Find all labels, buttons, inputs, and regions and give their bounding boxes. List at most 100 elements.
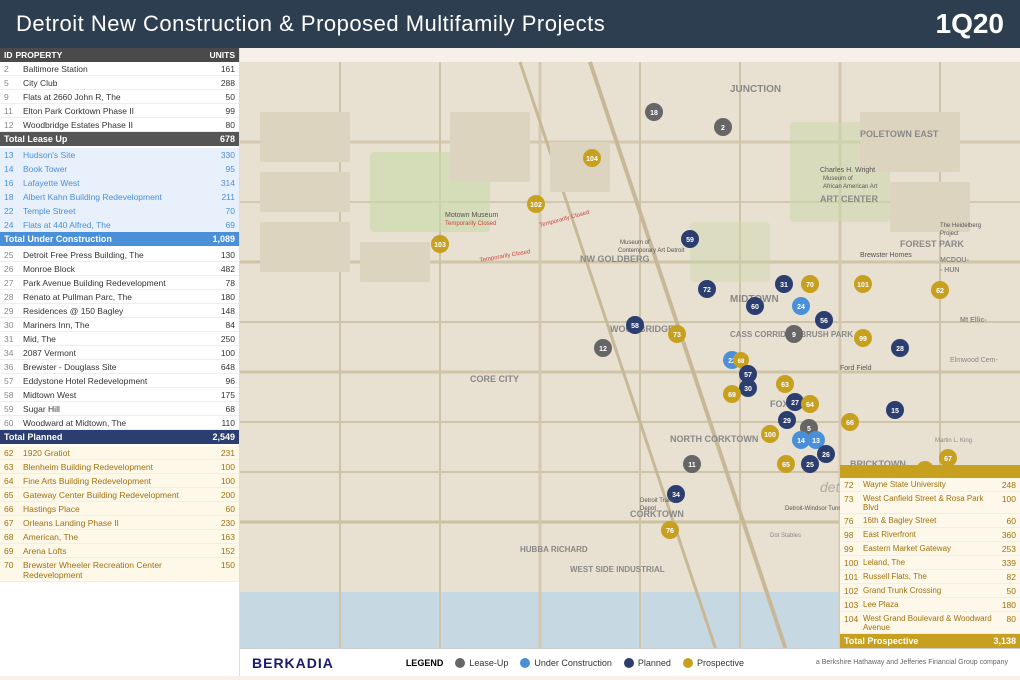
table-row[interactable]: 101 Russell Flats, The 82: [840, 570, 1020, 584]
svg-text:2: 2: [721, 125, 725, 132]
svg-text:104: 104: [586, 156, 598, 163]
svg-text:FOREST PARK: FOREST PARK: [900, 239, 964, 249]
table-row[interactable]: 27 Park Avenue Building Redevelopment 78: [0, 276, 239, 290]
svg-text:31: 31: [780, 282, 788, 289]
table-header: ID PROPERTY UNITS: [0, 48, 239, 62]
table-row[interactable]: 28 Renato at Pullman Parc, The 180: [0, 290, 239, 304]
construction-dot: [520, 658, 530, 668]
svg-text:Charles H. Wright: Charles H. Wright: [820, 167, 875, 174]
construction-legend-label: Under Construction: [534, 658, 612, 668]
table-row[interactable]: 63 Blenheim Building Redevelopment 100: [0, 460, 239, 474]
table-row[interactable]: 12 Woodbridge Estates Phase II 80: [0, 118, 239, 132]
table-row[interactable]: 70 Brewster Wheeler Recreation Center Re…: [0, 558, 239, 582]
table-row[interactable]: 16 Lafayette West 314: [0, 176, 239, 190]
table-row[interactable]: 57 Eddystone Hotel Redevelopment 96: [0, 374, 239, 388]
svg-text:56: 56: [820, 318, 828, 325]
svg-text:63: 63: [781, 382, 789, 389]
svg-text:Project: Project: [940, 231, 959, 237]
legend: LEGEND Lease-Up Under Construction Plann…: [406, 658, 744, 668]
svg-text:66: 66: [846, 420, 854, 427]
svg-text:11: 11: [688, 462, 696, 469]
table-row[interactable]: 60 Woodward at Midtown, The 110: [0, 416, 239, 430]
table-row[interactable]: 31 Mid, The 250: [0, 332, 239, 346]
svg-text:103: 103: [434, 242, 446, 249]
legend-label: LEGEND: [406, 658, 444, 668]
table-row[interactable]: 59 Sugar Hill 68: [0, 402, 239, 416]
table-row[interactable]: 99 Eastern Market Gateway 253: [840, 542, 1020, 556]
table-row[interactable]: 2 Baltimore Station 161: [0, 62, 239, 76]
svg-text:14: 14: [797, 438, 805, 445]
table-row[interactable]: 9 Flats at 2660 John R, The 50: [0, 90, 239, 104]
legend-construction: Under Construction: [520, 658, 612, 668]
id-col-header: ID: [4, 50, 13, 60]
property-list-panel[interactable]: ID PROPERTY UNITS 2 Baltimore Station 16…: [0, 48, 240, 676]
svg-text:65: 65: [782, 462, 790, 469]
svg-text:25: 25: [806, 462, 814, 469]
svg-text:60: 60: [751, 304, 759, 311]
prospective-total: Total Prospective 3,138: [840, 634, 1020, 648]
table-row[interactable]: 36 Brewster - Douglass Site 648: [0, 360, 239, 374]
svg-text:African American Art: African American Art: [823, 184, 878, 190]
svg-text:Contemporary Art Detroit: Contemporary Art Detroit: [618, 248, 685, 254]
svg-text:28: 28: [896, 346, 904, 353]
svg-text:57: 57: [744, 372, 752, 379]
table-row[interactable]: 98 East Riverfront 360: [840, 528, 1020, 542]
svg-text:Motown Museum: Motown Museum: [445, 212, 498, 219]
table-row[interactable]: 13 Hudson's Site 330: [0, 148, 239, 162]
svg-text:70: 70: [806, 282, 814, 289]
svg-text:34: 34: [672, 492, 680, 499]
svg-text:67: 67: [944, 456, 952, 463]
prospective-section: 62 1920 Gratiot 231 63 Blenheim Building…: [0, 446, 239, 582]
svg-text:Martin L. King: Martin L. King: [935, 438, 972, 444]
table-row[interactable]: 104 West Grand Boulevard & Woodward Aven…: [840, 612, 1020, 634]
svg-text:MCDOU-: MCDOU-: [940, 257, 969, 264]
svg-text:26: 26: [822, 452, 830, 459]
lease-up-legend-label: Lease-Up: [469, 658, 508, 668]
table-row[interactable]: 18 Albert Kahn Building Redevelopment 21…: [0, 190, 239, 204]
svg-text:99: 99: [859, 336, 867, 343]
lease-up-dot: [455, 658, 465, 668]
table-row[interactable]: 11 Elton Park Corktown Phase II 99: [0, 104, 239, 118]
planned-dot: [624, 658, 634, 668]
table-row[interactable]: 29 Residences @ 150 Bagley 148: [0, 304, 239, 318]
construction-total: Total Under Construction 1,089: [0, 232, 239, 246]
table-row[interactable]: 5 City Club 288: [0, 76, 239, 90]
table-row[interactable]: 67 Orleans Landing Phase II 230: [0, 516, 239, 530]
table-row[interactable]: 34 2087 Vermont 100: [0, 346, 239, 360]
table-row[interactable]: 66 Hastings Place 60: [0, 502, 239, 516]
table-row[interactable]: 73 West Canfield Street & Rosa Park Blvd…: [840, 492, 1020, 514]
table-row[interactable]: 26 Monroe Block 482: [0, 262, 239, 276]
planned-legend-label: Planned: [638, 658, 671, 668]
svg-text:Temporarily Closed: Temporarily Closed: [445, 221, 496, 227]
table-row[interactable]: 69 Arena Lofts 152: [0, 544, 239, 558]
prospective-dot: [683, 658, 693, 668]
table-row[interactable]: 102 Grand Trunk Crossing 50: [840, 584, 1020, 598]
table-row[interactable]: 65 Gateway Center Building Redevelopment…: [0, 488, 239, 502]
table-row[interactable]: 14 Book Tower 95: [0, 162, 239, 176]
table-row[interactable]: 64 Fine Arts Building Redevelopment 100: [0, 474, 239, 488]
units-col-header: UNITS: [210, 50, 236, 60]
main-content: ID PROPERTY UNITS 2 Baltimore Station 16…: [0, 48, 1020, 676]
table-row[interactable]: 72 Wayne State University 248: [840, 478, 1020, 492]
table-row[interactable]: 24 Flats at 440 Alfred, The 69: [0, 218, 239, 232]
property-col-header: PROPERTY: [13, 50, 210, 60]
table-row[interactable]: 68 American, The 163: [0, 530, 239, 544]
svg-text:NORTH CORKTOWN: NORTH CORKTOWN: [670, 434, 758, 444]
svg-text:15: 15: [891, 408, 899, 415]
svg-text:CORKTOWN: CORKTOWN: [630, 509, 684, 519]
table-row[interactable]: 25 Detroit Free Press Building, The 130: [0, 248, 239, 262]
table-row[interactable]: 103 Lee Plaza 180: [840, 598, 1020, 612]
legend-planned: Planned: [624, 658, 671, 668]
table-row[interactable]: 30 Mariners Inn, The 84: [0, 318, 239, 332]
table-row[interactable]: 58 Midtown West 175: [0, 388, 239, 402]
table-row[interactable]: 22 Temple Street 70: [0, 204, 239, 218]
table-row[interactable]: 100 Leland, The 339: [840, 556, 1020, 570]
table-row[interactable]: 62 1920 Gratiot 231: [0, 446, 239, 460]
map-area: JUNCTION POLETOWN EAST ART CENTER FOREST…: [240, 48, 1020, 676]
svg-text:Detroit-Windsor Tunnel: Detroit-Windsor Tunnel: [785, 506, 846, 512]
svg-text:NW GOLDBERG: NW GOLDBERG: [580, 254, 650, 264]
table-row[interactable]: 76 16th & Bagley Street 60: [840, 514, 1020, 528]
page-header: Detroit New Construction & Proposed Mult…: [0, 0, 1020, 48]
svg-text:58: 58: [631, 323, 639, 330]
svg-text:101: 101: [857, 282, 869, 289]
